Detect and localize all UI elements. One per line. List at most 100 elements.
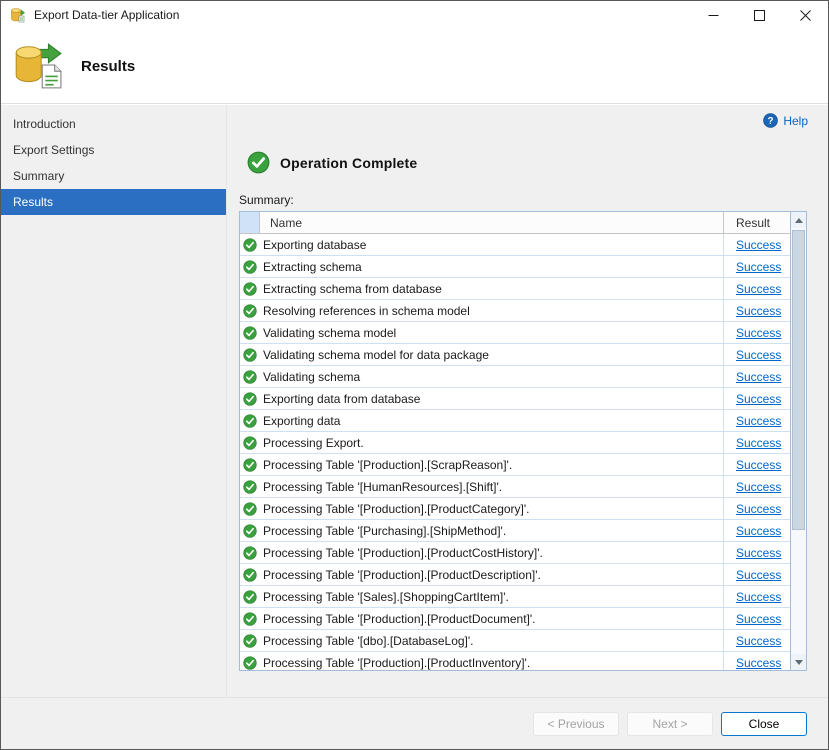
summary-label: Summary: — [239, 193, 294, 207]
result-cell: Success — [723, 366, 790, 387]
result-row[interactable]: Processing Table '[Purchasing].[ShipMeth… — [240, 520, 790, 542]
result-row[interactable]: Validating schema model for data package… — [240, 344, 790, 366]
result-cell: Success — [723, 300, 790, 321]
result-row[interactable]: Validating schemaSuccess — [240, 366, 790, 388]
export-database-icon — [10, 7, 26, 23]
result-row[interactable]: Exporting data from databaseSuccess — [240, 388, 790, 410]
result-success-link[interactable]: Success — [736, 480, 781, 494]
column-header-status-icon[interactable] — [240, 212, 260, 233]
results-table-body: Exporting databaseSuccessExtracting sche… — [240, 234, 790, 670]
result-cell: Success — [723, 454, 790, 475]
green-check-icon — [240, 344, 260, 365]
result-success-link[interactable]: Success — [736, 634, 781, 648]
step-name: Processing Table '[Production].[ProductD… — [260, 564, 723, 585]
result-success-link[interactable]: Success — [736, 502, 781, 516]
result-row[interactable]: Extracting schema from databaseSuccess — [240, 278, 790, 300]
green-check-icon — [240, 476, 260, 497]
result-success-link[interactable]: Success — [736, 524, 781, 538]
result-row[interactable]: Exporting dataSuccess — [240, 410, 790, 432]
wizard-content: ? Help Operation Complete Summary: NameR… — [226, 105, 828, 697]
close-wizard-button[interactable]: Close — [721, 712, 807, 736]
result-success-link[interactable]: Success — [736, 656, 781, 670]
scrollbar-thumb[interactable] — [792, 230, 805, 530]
help-question-icon: ? — [763, 113, 778, 128]
result-cell: Success — [723, 652, 790, 670]
results-table-header: NameResult — [240, 212, 790, 234]
result-success-link[interactable]: Success — [736, 348, 781, 362]
titlebar-controls — [690, 1, 828, 29]
result-success-link[interactable]: Success — [736, 282, 781, 296]
step-name: Processing Table '[Sales].[ShoppingCartI… — [260, 586, 723, 607]
sidebar-item-results[interactable]: Results — [1, 189, 226, 215]
operation-status-row: Operation Complete — [247, 151, 417, 174]
result-row[interactable]: Processing Export.Success — [240, 432, 790, 454]
green-check-icon — [240, 454, 260, 475]
result-cell: Success — [723, 388, 790, 409]
green-check-icon — [240, 366, 260, 387]
scrollbar-track[interactable] — [791, 228, 806, 654]
result-cell: Success — [723, 608, 790, 629]
minimize-button[interactable] — [690, 1, 736, 29]
green-check-icon — [240, 542, 260, 563]
result-success-link[interactable]: Success — [736, 304, 781, 318]
close-button[interactable] — [782, 1, 828, 29]
result-row[interactable]: Processing Table '[Sales].[ShoppingCartI… — [240, 586, 790, 608]
help-link[interactable]: Help — [783, 114, 808, 128]
scrollbar-down-arrow[interactable] — [791, 654, 806, 670]
step-name: Extracting schema — [260, 256, 723, 277]
result-row[interactable]: Processing Table '[Production].[ProductD… — [240, 564, 790, 586]
column-header-result[interactable]: Result — [723, 212, 790, 233]
result-row[interactable]: Resolving references in schema modelSucc… — [240, 300, 790, 322]
result-cell: Success — [723, 498, 790, 519]
results-table: NameResult Exporting databaseSuccessExtr… — [239, 211, 790, 671]
result-row[interactable]: Exporting database Success — [240, 234, 790, 256]
result-row[interactable]: Processing Table '[Production].[ProductI… — [240, 652, 790, 670]
result-row[interactable]: Processing Table '[Production].[ProductC… — [240, 542, 790, 564]
green-check-icon — [240, 278, 260, 299]
result-row[interactable]: Processing Table '[Production].[ProductD… — [240, 608, 790, 630]
result-cell: Success — [723, 234, 790, 255]
step-name: Exporting database — [260, 234, 723, 255]
result-success-link[interactable]: Success — [736, 392, 781, 406]
result-row[interactable]: Validating schema model Success — [240, 322, 790, 344]
result-success-link[interactable]: Success — [736, 590, 781, 604]
previous-button[interactable]: < Previous — [533, 712, 619, 736]
result-success-link[interactable]: Success — [736, 612, 781, 626]
result-cell: Success — [723, 278, 790, 299]
result-success-link[interactable]: Success — [736, 238, 781, 252]
result-success-link[interactable]: Success — [736, 414, 781, 428]
green-check-icon — [240, 608, 260, 629]
step-name: Validating schema model — [260, 322, 723, 343]
next-button[interactable]: Next > — [627, 712, 713, 736]
result-success-link[interactable]: Success — [736, 568, 781, 582]
result-cell: Success — [723, 520, 790, 541]
step-name: Processing Table '[Production].[ScrapRea… — [260, 454, 723, 475]
step-name: Validating schema model for data package — [260, 344, 723, 365]
result-success-link[interactable]: Success — [736, 458, 781, 472]
result-row[interactable]: Processing Table '[Production].[ProductC… — [240, 498, 790, 520]
wizard-header: Results — [1, 29, 828, 104]
green-check-icon — [240, 586, 260, 607]
result-row[interactable]: Processing Table '[dbo].[DatabaseLog]'.S… — [240, 630, 790, 652]
maximize-button[interactable] — [736, 1, 782, 29]
sidebar-item-introduction[interactable]: Introduction — [1, 111, 226, 137]
svg-text:?: ? — [768, 116, 774, 127]
result-cell: Success — [723, 564, 790, 585]
result-row[interactable]: Processing Table '[HumanResources].[Shif… — [240, 476, 790, 498]
scrollbar-up-arrow[interactable] — [791, 212, 806, 228]
result-success-link[interactable]: Success — [736, 370, 781, 384]
result-cell: Success — [723, 322, 790, 343]
export-dac-wizard-window: Export Data-tier Application — [0, 0, 829, 750]
table-scrollbar[interactable] — [790, 211, 807, 671]
result-row[interactable]: Extracting schema Success — [240, 256, 790, 278]
step-name: Processing Table '[Production].[ProductC… — [260, 498, 723, 519]
result-success-link[interactable]: Success — [736, 260, 781, 274]
result-success-link[interactable]: Success — [736, 546, 781, 560]
sidebar-item-summary[interactable]: Summary — [1, 163, 226, 189]
result-row[interactable]: Processing Table '[Production].[ScrapRea… — [240, 454, 790, 476]
result-success-link[interactable]: Success — [736, 436, 781, 450]
result-success-link[interactable]: Success — [736, 326, 781, 340]
wizard-sidebar: IntroductionExport SettingsSummaryResult… — [1, 105, 226, 697]
sidebar-item-export-settings[interactable]: Export Settings — [1, 137, 226, 163]
column-header-name[interactable]: Name — [260, 212, 723, 233]
